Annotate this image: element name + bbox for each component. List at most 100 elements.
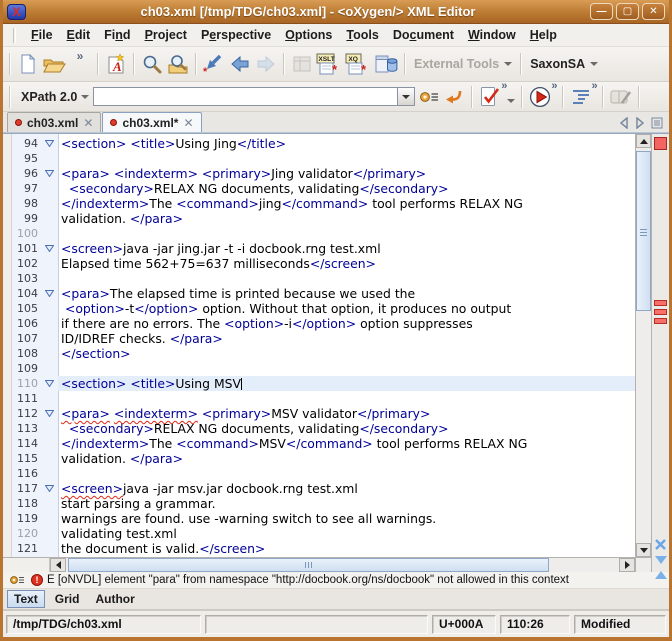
code-line[interactable]: 115validation. </para> bbox=[3, 451, 635, 466]
document-status-indicator[interactable] bbox=[654, 137, 667, 150]
move-to-caret-icon[interactable] bbox=[441, 84, 467, 110]
scroll-right-button[interactable] bbox=[619, 558, 635, 572]
database-perspective-icon[interactable] bbox=[373, 51, 400, 77]
fold-toggle-icon[interactable] bbox=[41, 380, 58, 387]
menu-edit[interactable]: Edit bbox=[60, 26, 98, 44]
menu-help[interactable]: Help bbox=[523, 26, 564, 44]
code-line[interactable]: 105 <option>-t</option> option. Without … bbox=[3, 301, 635, 316]
xpath-version-selector[interactable]: XPath 2.0 bbox=[21, 90, 89, 104]
back-arrow-icon[interactable] bbox=[227, 51, 253, 77]
code-line[interactable]: 114</indexterm>The <command>MSV</command… bbox=[3, 436, 635, 451]
saxonsa-button[interactable]: SaxonSA bbox=[526, 57, 602, 71]
code-line[interactable]: 101<screen>java -jar jing.jar -t -i docb… bbox=[3, 241, 635, 256]
document-tab-ch03.xml[interactable]: ch03.xml*✕ bbox=[102, 112, 201, 132]
new-styled-document-icon[interactable]: A bbox=[103, 51, 129, 77]
mode-tab-author[interactable]: Author bbox=[89, 591, 140, 607]
menu-find[interactable]: Find bbox=[97, 26, 137, 44]
xquery-debugger-icon[interactable]: XQ* bbox=[344, 51, 373, 77]
apply-transformation-button[interactable] bbox=[527, 84, 553, 110]
scroll-tabs-right-icon[interactable] bbox=[635, 117, 645, 129]
code-line[interactable]: 111 bbox=[3, 391, 635, 406]
code-line[interactable]: 97 <secondary>RELAX NG documents, valida… bbox=[3, 181, 635, 196]
menu-options[interactable]: Options bbox=[278, 26, 339, 44]
menu-window[interactable]: Window bbox=[461, 26, 523, 44]
code-line[interactable]: 96<para> <indexterm> <primary>Jing valid… bbox=[3, 166, 635, 181]
tab-close-icon[interactable]: ✕ bbox=[183, 117, 193, 129]
fold-toggle-icon[interactable] bbox=[41, 245, 58, 252]
validate-dropdown-icon[interactable] bbox=[507, 99, 515, 103]
xpath-input[interactable] bbox=[94, 88, 397, 105]
code-line[interactable]: 112<para> <indexterm> <primary>MSV valid… bbox=[3, 406, 635, 421]
validation-error-message[interactable]: E [oNVDL] element "para" from namespace … bbox=[47, 574, 569, 586]
vertical-scrollbar[interactable] bbox=[635, 134, 651, 557]
titlebar[interactable]: X ch03.xml [/tmp/TDG/ch03.xml] - <oXygen… bbox=[3, 0, 669, 24]
code-text: <option>-t</option> option. Without that… bbox=[58, 301, 635, 316]
open-folder-icon[interactable] bbox=[41, 51, 67, 77]
xpath-settings-icon[interactable] bbox=[415, 84, 441, 110]
scroll-up-button[interactable] bbox=[636, 134, 651, 148]
code-line[interactable]: 110<section> <title>Using MSV bbox=[3, 376, 635, 391]
fold-toggle-icon[interactable] bbox=[41, 170, 58, 177]
message-options-icon[interactable] bbox=[7, 573, 27, 587]
error-mark[interactable] bbox=[654, 318, 667, 324]
fold-toggle-icon[interactable] bbox=[41, 410, 58, 417]
clear-markers-icon[interactable] bbox=[654, 538, 667, 551]
code-line[interactable]: 99validation. </para> bbox=[3, 211, 635, 226]
fold-toggle-icon[interactable] bbox=[41, 485, 58, 492]
format-indent-button[interactable] bbox=[568, 84, 594, 110]
scroll-left-button[interactable] bbox=[50, 558, 66, 572]
tab-list-icon[interactable] bbox=[651, 117, 663, 129]
code-line[interactable]: 113 <secondary>RELAX NG documents, valid… bbox=[3, 421, 635, 436]
horizontal-scroll-thumb[interactable] bbox=[68, 558, 549, 572]
menu-file[interactable]: File bbox=[24, 26, 60, 44]
validate-button[interactable] bbox=[477, 84, 503, 110]
maximize-button[interactable]: ▢ bbox=[616, 3, 639, 20]
code-line[interactable]: 94<section> <title>Using Jing</title> bbox=[3, 136, 635, 151]
code-line[interactable]: 117<screen>java -jar msv.jar docbook.rng… bbox=[3, 481, 635, 496]
code-line[interactable]: 100 bbox=[3, 226, 635, 241]
error-mark[interactable] bbox=[654, 300, 667, 306]
menu-document[interactable]: Document bbox=[386, 26, 461, 44]
fold-toggle-icon[interactable] bbox=[41, 290, 58, 297]
next-message-icon[interactable] bbox=[655, 564, 667, 582]
code-line[interactable]: 103 bbox=[3, 271, 635, 286]
scroll-tabs-left-icon[interactable] bbox=[619, 117, 629, 129]
code-line[interactable]: 118start parsing a grammar. bbox=[3, 496, 635, 511]
search-in-files-icon[interactable] bbox=[165, 51, 191, 77]
code-line[interactable]: 106if there are no errors. The <option>-… bbox=[3, 316, 635, 331]
error-mark[interactable] bbox=[654, 309, 667, 315]
code-line[interactable]: 109 bbox=[3, 361, 635, 376]
code-line[interactable]: 95 bbox=[3, 151, 635, 166]
mode-tab-text[interactable]: Text bbox=[7, 590, 45, 608]
code-text: the document is valid.</screen> bbox=[58, 541, 635, 556]
last-edit-location-icon[interactable]: * bbox=[201, 51, 227, 77]
xpath-combo-dropdown[interactable] bbox=[397, 88, 414, 105]
mode-tab-grid[interactable]: Grid bbox=[49, 591, 86, 607]
overview-ruler[interactable] bbox=[651, 134, 669, 572]
code-line[interactable]: 121the document is valid.</screen> bbox=[3, 541, 635, 556]
tab-close-icon[interactable]: ✕ bbox=[83, 117, 93, 129]
code-line[interactable]: 98</indexterm>The <command>jing</command… bbox=[3, 196, 635, 211]
menu-perspective[interactable]: Perspective bbox=[194, 26, 278, 44]
horizontal-scrollbar[interactable] bbox=[3, 557, 635, 572]
new-document-icon[interactable] bbox=[15, 51, 41, 77]
code-line[interactable]: 120validating test.xml bbox=[3, 526, 635, 541]
menu-project[interactable]: Project bbox=[138, 26, 194, 44]
code-line[interactable]: 104<para>The elapsed time is printed bec… bbox=[3, 286, 635, 301]
minimize-button[interactable]: — bbox=[590, 3, 613, 20]
document-tab-ch03.xml[interactable]: ch03.xml✕ bbox=[7, 112, 101, 132]
code-line[interactable]: 102Elapsed time 562+75=637 milliseconds<… bbox=[3, 256, 635, 271]
code-editor[interactable]: 94<section> <title>Using Jing</title>959… bbox=[3, 134, 635, 557]
close-button[interactable]: ✕ bbox=[642, 3, 665, 20]
code-line[interactable]: 108</section> bbox=[3, 346, 635, 361]
code-line[interactable]: 107ID/IDREF checks. </para> bbox=[3, 331, 635, 346]
menu-tools[interactable]: Tools bbox=[339, 26, 385, 44]
vertical-scroll-thumb[interactable] bbox=[636, 151, 651, 311]
scroll-down-button[interactable] bbox=[636, 543, 651, 557]
xslt-debugger-icon[interactable]: XSLT* bbox=[315, 51, 344, 77]
fold-toggle-icon[interactable] bbox=[41, 140, 58, 147]
search-icon[interactable] bbox=[139, 51, 165, 77]
code-line[interactable]: 116 bbox=[3, 466, 635, 481]
code-line[interactable]: 119warnings are found. use -warning swit… bbox=[3, 511, 635, 526]
overflow-chevron-icon[interactable]: » bbox=[67, 51, 93, 77]
